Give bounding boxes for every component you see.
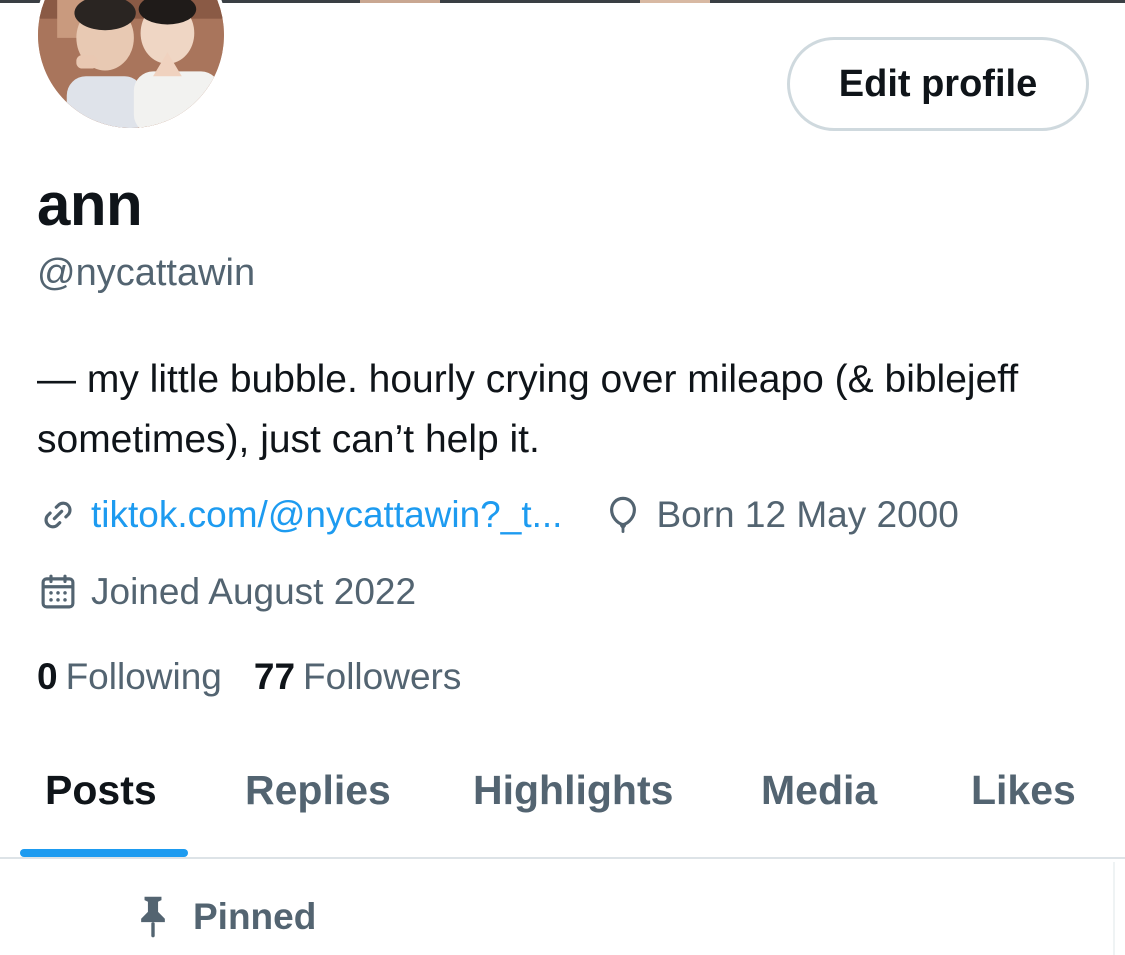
avatar-photo	[38, 0, 224, 128]
follow-counts: 0 Following 77 Followers	[37, 656, 461, 698]
tab-media[interactable]: Media	[761, 767, 877, 814]
tab-replies[interactable]: Replies	[245, 767, 391, 814]
bio-text: — my little bubble. hourly crying over m…	[37, 358, 1019, 461]
pin-icon	[141, 896, 165, 938]
banner-detail	[360, 0, 440, 3]
website-link-text[interactable]: tiktok.com/@nycattawin?_t...	[91, 494, 562, 536]
join-date-text: Joined August 2022	[91, 571, 417, 612]
tab-likes[interactable]: Likes	[971, 767, 1076, 814]
banner-detail	[640, 0, 710, 3]
following-count: 0	[37, 656, 58, 697]
following-link[interactable]: 0 Following	[37, 656, 222, 698]
profile-meta-row: Joined August 2022	[37, 571, 416, 613]
active-tab-indicator	[20, 849, 188, 857]
join-date: Joined August 2022	[37, 571, 416, 613]
tab-highlights[interactable]: Highlights	[473, 767, 673, 814]
followers-link[interactable]: 77 Followers	[254, 656, 461, 698]
display-name: ann	[37, 171, 143, 238]
following-label: Following	[65, 656, 222, 697]
followers-count: 77	[253, 656, 296, 697]
followers-label: Followers	[303, 656, 462, 697]
edit-profile-button[interactable]: Edit profile	[787, 37, 1089, 131]
pinned-header: Pinned	[135, 895, 316, 939]
profile-tabs: Posts Replies Highlights Media Likes	[0, 745, 1125, 859]
birthday-text: Born 12 May 2000	[656, 494, 959, 535]
pinned-label: Pinned	[193, 896, 317, 937]
divider	[1113, 862, 1115, 955]
website-link[interactable]: tiktok.com/@nycattawin?_t...	[37, 494, 562, 536]
tab-posts[interactable]: Posts	[45, 767, 157, 814]
link-icon	[44, 501, 72, 529]
avatar[interactable]	[34, 0, 228, 132]
profile-meta-row: tiktok.com/@nycattawin?_t... Born 12 May…	[37, 494, 959, 536]
balloon-icon	[610, 496, 637, 534]
birthday: Born 12 May 2000	[602, 494, 959, 536]
username-handle: @nycattawin	[37, 252, 256, 294]
calendar-icon	[41, 574, 75, 609]
